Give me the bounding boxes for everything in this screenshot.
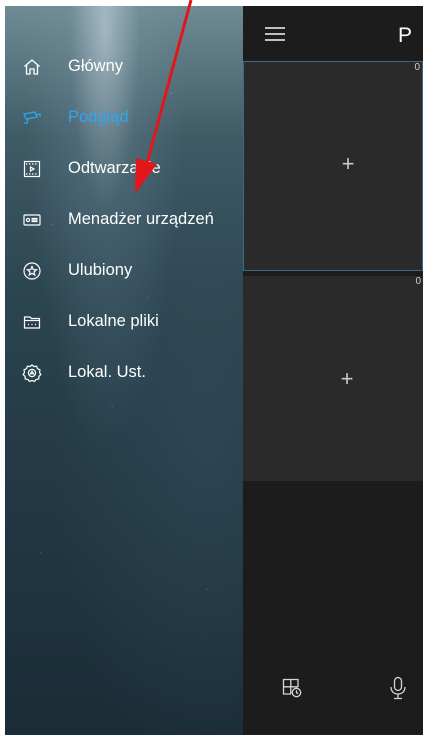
drawer-item-label: Ulubiony bbox=[68, 261, 133, 279]
drawer-item-label: Lokalne pliki bbox=[68, 312, 159, 330]
camera-icon bbox=[22, 108, 42, 128]
drawer-item-label: Lokal. Ust. bbox=[68, 363, 146, 381]
device-manager-icon bbox=[22, 210, 42, 230]
drawer-menu: Główny Podgląd Odtwarzanie Menadżer urzą… bbox=[5, 41, 243, 398]
drawer-item-local-settings[interactable]: Lokal. Ust. bbox=[5, 347, 243, 398]
folder-icon bbox=[22, 312, 42, 332]
drawer-item-playback[interactable]: Odtwarzanie bbox=[5, 143, 243, 194]
bottom-toolbar bbox=[243, 481, 423, 735]
top-bar: P bbox=[243, 6, 423, 61]
drawer-item-favorites[interactable]: Ulubiony bbox=[5, 245, 243, 296]
page-title: P bbox=[398, 24, 413, 47]
video-pane-1[interactable]: 0 + bbox=[243, 61, 423, 271]
video-pane-2[interactable]: 0 + bbox=[243, 276, 423, 481]
home-icon bbox=[22, 57, 42, 77]
pane-index: 0 bbox=[414, 62, 420, 73]
drawer-item-label: Podgląd bbox=[68, 108, 129, 126]
drawer-item-local-files[interactable]: Lokalne pliki bbox=[5, 296, 243, 347]
drawer-item-device-manager[interactable]: Menadżer urządzeń bbox=[5, 194, 243, 245]
plus-icon[interactable]: + bbox=[340, 153, 356, 175]
drawer-item-label: Menadżer urządzeń bbox=[68, 210, 214, 228]
hamburger-menu-icon[interactable] bbox=[265, 26, 285, 42]
navigation-drawer: Główny Podgląd Odtwarzanie Menadżer urzą… bbox=[5, 6, 243, 735]
drawer-item-label: Odtwarzanie bbox=[68, 159, 161, 177]
playback-icon bbox=[22, 159, 42, 179]
plus-icon[interactable]: + bbox=[339, 368, 355, 390]
drawer-item-home[interactable]: Główny bbox=[5, 41, 243, 92]
drawer-item-label: Główny bbox=[68, 57, 124, 75]
grid-clock-icon[interactable] bbox=[281, 677, 303, 699]
app-screen: Główny Podgląd Odtwarzanie Menadżer urzą… bbox=[5, 6, 423, 735]
star-icon bbox=[22, 261, 42, 281]
drawer-item-preview[interactable]: Podgląd bbox=[5, 92, 243, 143]
settings-icon bbox=[22, 363, 42, 383]
pane-index: 0 bbox=[415, 276, 421, 287]
microphone-icon[interactable] bbox=[389, 676, 407, 700]
